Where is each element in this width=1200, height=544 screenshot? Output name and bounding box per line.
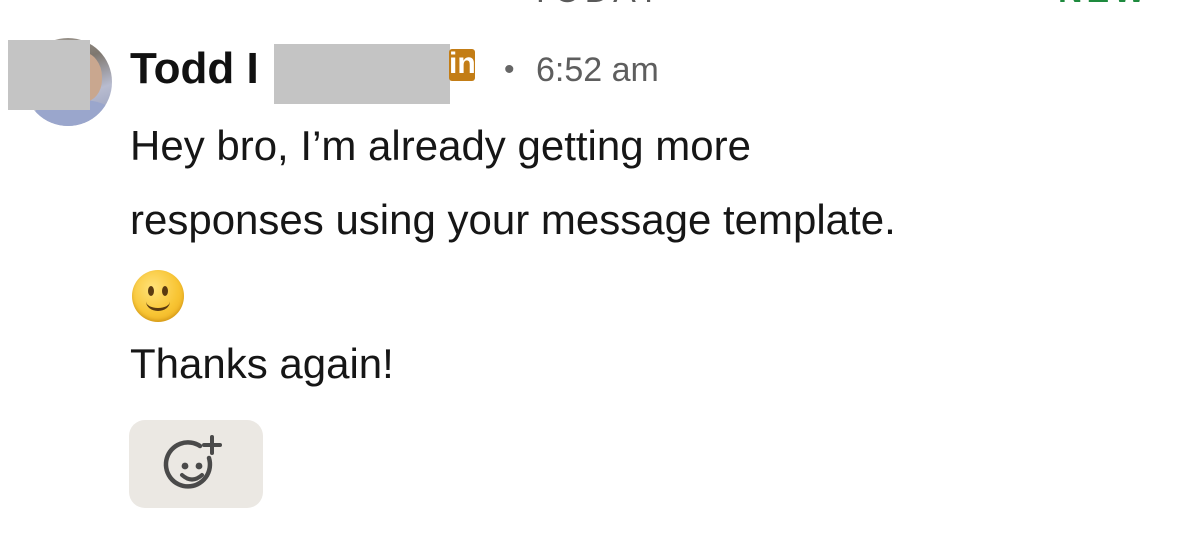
premium-badge-icon: in <box>449 49 475 81</box>
message-line: responses using your message template. <box>130 196 896 243</box>
message-line: Thanks again! <box>130 340 394 387</box>
emoji-mouth <box>146 292 170 311</box>
new-messages-label: NEW <box>1058 0 1149 8</box>
premium-badge-text: in <box>449 49 475 80</box>
separator-dot: • <box>504 53 515 86</box>
avatar-redaction <box>8 40 90 110</box>
smiling-face-emoji-icon <box>132 270 184 322</box>
add-reaction-button[interactable] <box>129 420 263 508</box>
message-timestamp: 6:52 am <box>536 51 659 89</box>
date-divider-label: TODAY <box>530 0 664 8</box>
add-reaction-icon <box>163 435 222 489</box>
name-redaction <box>274 44 450 104</box>
message-line: Hey bro, I’m already getting more <box>130 122 751 169</box>
sender-name[interactable]: Todd I <box>130 44 259 94</box>
